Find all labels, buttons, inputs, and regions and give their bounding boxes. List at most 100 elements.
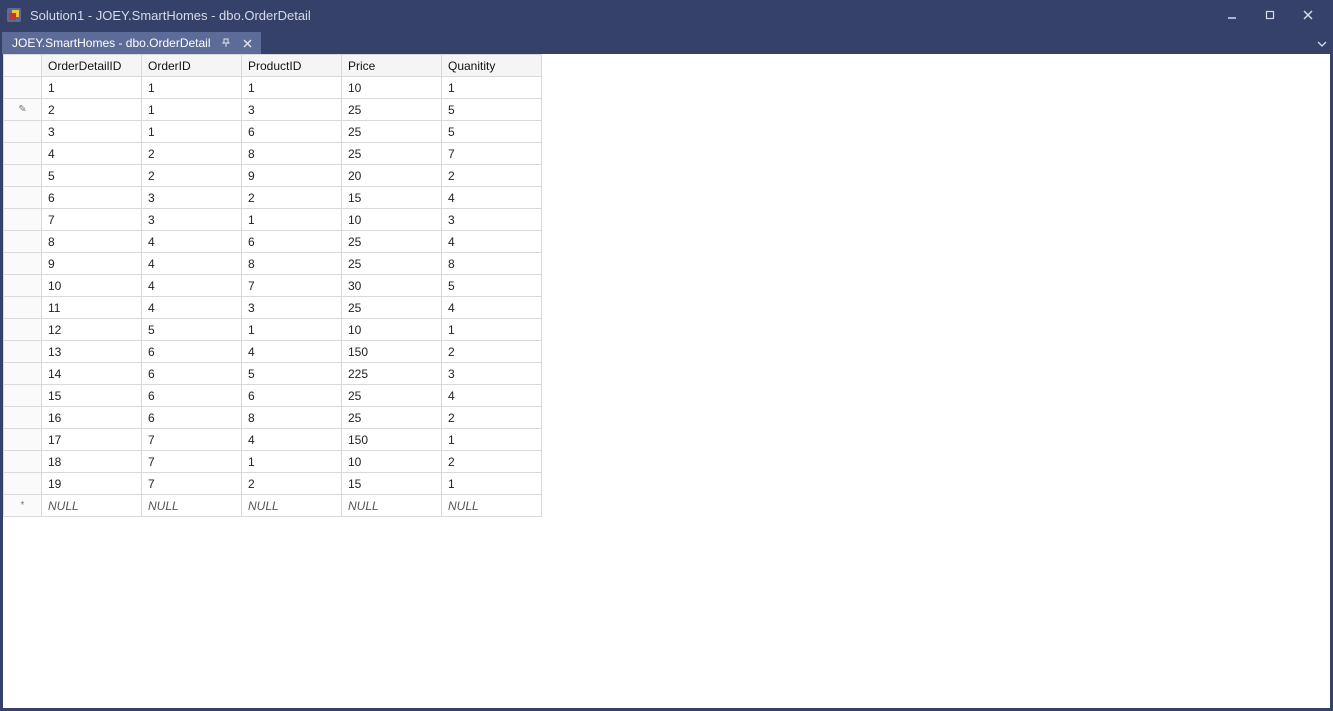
- cell-null[interactable]: NULL: [142, 495, 242, 517]
- row-selector[interactable]: [4, 275, 42, 297]
- maximize-button[interactable]: [1253, 3, 1287, 27]
- cell[interactable]: 3: [42, 121, 142, 143]
- cell[interactable]: 19: [42, 473, 142, 495]
- column-header[interactable]: Quanitity: [442, 55, 542, 77]
- cell[interactable]: 6: [242, 121, 342, 143]
- cell[interactable]: 25: [342, 385, 442, 407]
- cell[interactable]: 1: [142, 121, 242, 143]
- cell[interactable]: 4: [142, 253, 242, 275]
- table-row[interactable]: 316255: [4, 121, 542, 143]
- table-row[interactable]: 529202: [4, 165, 542, 187]
- cell[interactable]: 6: [42, 187, 142, 209]
- row-selector[interactable]: [4, 143, 42, 165]
- cell[interactable]: 3: [142, 187, 242, 209]
- cell[interactable]: 2: [442, 165, 542, 187]
- table-row[interactable]: 731103: [4, 209, 542, 231]
- cell[interactable]: 5: [42, 165, 142, 187]
- table-row[interactable]: 17741501: [4, 429, 542, 451]
- data-grid[interactable]: OrderDetailIDOrderIDProductIDPriceQuanit…: [3, 54, 542, 517]
- cell[interactable]: 7: [142, 451, 242, 473]
- column-header[interactable]: OrderDetailID: [42, 55, 142, 77]
- cell[interactable]: 6: [142, 407, 242, 429]
- cell[interactable]: 4: [142, 275, 242, 297]
- table-row[interactable]: 13641502: [4, 341, 542, 363]
- cell[interactable]: 25: [342, 143, 442, 165]
- table-row[interactable]: 948258: [4, 253, 542, 275]
- row-selector[interactable]: [4, 385, 42, 407]
- cell[interactable]: 3: [442, 363, 542, 385]
- cell[interactable]: 6: [242, 385, 342, 407]
- cell[interactable]: 25: [342, 253, 442, 275]
- cell[interactable]: 18: [42, 451, 142, 473]
- table-row[interactable]: 1047305: [4, 275, 542, 297]
- column-header[interactable]: OrderID: [142, 55, 242, 77]
- cell[interactable]: 4: [442, 187, 542, 209]
- table-row[interactable]: 632154: [4, 187, 542, 209]
- cell[interactable]: 9: [42, 253, 142, 275]
- column-header[interactable]: ProductID: [242, 55, 342, 77]
- cell[interactable]: 7: [142, 473, 242, 495]
- cell[interactable]: 6: [142, 385, 242, 407]
- cell[interactable]: 3: [142, 209, 242, 231]
- new-row-marker[interactable]: *: [4, 495, 42, 517]
- cell[interactable]: 8: [42, 231, 142, 253]
- row-selector[interactable]: [4, 451, 42, 473]
- cell[interactable]: 225: [342, 363, 442, 385]
- new-row[interactable]: *NULLNULLNULLNULLNULL: [4, 495, 542, 517]
- table-row[interactable]: 846254: [4, 231, 542, 253]
- table-row[interactable]: 1668252: [4, 407, 542, 429]
- tab-orderdetail[interactable]: JOEY.SmartHomes - dbo.OrderDetail: [2, 32, 261, 54]
- cell[interactable]: 16: [42, 407, 142, 429]
- cell[interactable]: 8: [242, 407, 342, 429]
- cell[interactable]: 6: [142, 341, 242, 363]
- cell[interactable]: 150: [342, 341, 442, 363]
- row-selector[interactable]: ✎: [4, 99, 42, 121]
- cell[interactable]: 1: [242, 209, 342, 231]
- close-button[interactable]: [1291, 3, 1325, 27]
- cell[interactable]: 10: [342, 451, 442, 473]
- cell[interactable]: 7: [142, 429, 242, 451]
- cell[interactable]: 1: [242, 319, 342, 341]
- table-row[interactable]: 14652253: [4, 363, 542, 385]
- pin-icon[interactable]: [219, 36, 233, 50]
- row-selector[interactable]: [4, 319, 42, 341]
- cell[interactable]: 6: [142, 363, 242, 385]
- cell[interactable]: 1: [442, 319, 542, 341]
- cell[interactable]: 15: [342, 473, 442, 495]
- row-selector[interactable]: [4, 407, 42, 429]
- row-selector[interactable]: [4, 165, 42, 187]
- cell[interactable]: 10: [42, 275, 142, 297]
- cell[interactable]: 20: [342, 165, 442, 187]
- row-selector[interactable]: [4, 231, 42, 253]
- cell[interactable]: 15: [42, 385, 142, 407]
- cell[interactable]: 15: [342, 187, 442, 209]
- table-row[interactable]: 1251101: [4, 319, 542, 341]
- cell[interactable]: 3: [442, 209, 542, 231]
- cell[interactable]: 14: [42, 363, 142, 385]
- cell[interactable]: 8: [242, 253, 342, 275]
- cell[interactable]: 4: [242, 429, 342, 451]
- cell-null[interactable]: NULL: [442, 495, 542, 517]
- row-selector[interactable]: [4, 429, 42, 451]
- cell[interactable]: 7: [242, 275, 342, 297]
- cell[interactable]: 1: [442, 473, 542, 495]
- cell[interactable]: 5: [142, 319, 242, 341]
- cell[interactable]: 25: [342, 297, 442, 319]
- cell[interactable]: 13: [42, 341, 142, 363]
- cell[interactable]: 7: [42, 209, 142, 231]
- row-header-corner[interactable]: [4, 55, 42, 77]
- cell[interactable]: 2: [442, 451, 542, 473]
- cell[interactable]: 3: [242, 99, 342, 121]
- column-header[interactable]: Price: [342, 55, 442, 77]
- table-row[interactable]: 1972151: [4, 473, 542, 495]
- active-files-dropdown-icon[interactable]: [1317, 38, 1327, 52]
- cell[interactable]: 5: [442, 99, 542, 121]
- cell[interactable]: 6: [242, 231, 342, 253]
- cell[interactable]: 2: [242, 473, 342, 495]
- cell-null[interactable]: NULL: [42, 495, 142, 517]
- cell[interactable]: 30: [342, 275, 442, 297]
- cell[interactable]: 10: [342, 319, 442, 341]
- cell[interactable]: 2: [142, 165, 242, 187]
- cell[interactable]: 150: [342, 429, 442, 451]
- cell[interactable]: 1: [242, 451, 342, 473]
